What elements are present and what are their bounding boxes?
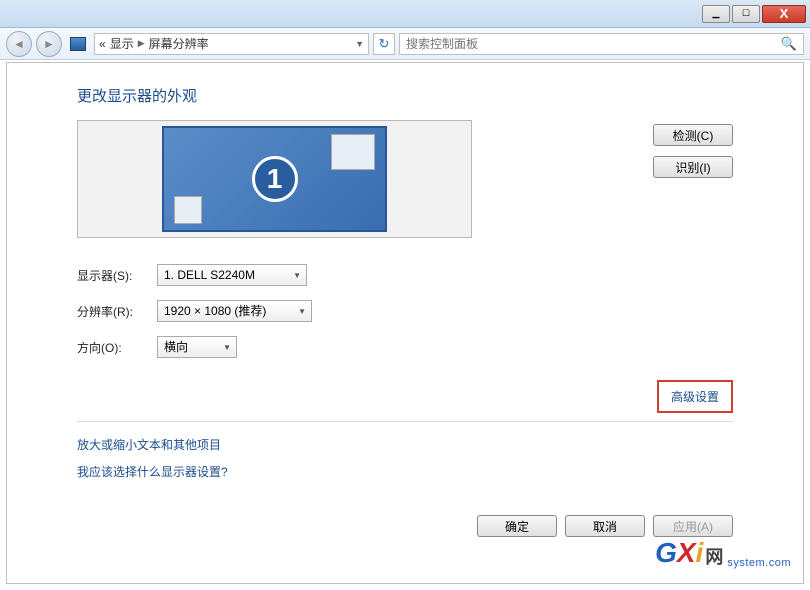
arrow-right-icon: ► [43, 37, 55, 51]
page-title: 更改显示器的外观 [77, 85, 733, 106]
advanced-highlight-box: 高级设置 [657, 380, 733, 413]
display-row: 显示器(S): 1. DELL S2240M [77, 264, 733, 286]
refresh-button[interactable]: ↻ [373, 33, 395, 55]
identify-button[interactable]: 识别(I) [653, 156, 733, 178]
resolution-label: 分辨率(R): [77, 303, 157, 320]
nav-forward-button[interactable]: ► [36, 31, 62, 57]
minimize-icon: ▁ [713, 8, 720, 19]
close-button[interactable]: X [762, 5, 806, 23]
arrow-left-icon: ◄ [13, 37, 25, 51]
resolution-select[interactable]: 1920 × 1080 (推荐) [157, 300, 312, 322]
monitor-preview-box[interactable]: 1 [77, 120, 472, 238]
navbar: ◄ ► « 显示 ▶ 屏幕分辨率 ▼ ↻ 🔍 [0, 28, 810, 60]
desktop-preview: 1 [162, 126, 387, 232]
control-panel-icon [70, 37, 86, 51]
content-area: 更改显示器的外观 1 检测(C) 识别(I) 显示器(S): 1. DELL S… [6, 62, 804, 584]
refresh-icon: ↻ [379, 36, 390, 52]
watermark-url: system.com [727, 557, 791, 569]
breadcrumb-prefix: « [99, 37, 106, 51]
orientation-select[interactable]: 横向 [157, 336, 237, 358]
breadcrumb-item-resolution[interactable]: 屏幕分辨率 [149, 35, 209, 52]
advanced-settings-link[interactable]: 高级设置 [671, 390, 719, 404]
orientation-label: 方向(O): [77, 339, 157, 356]
titlebar: ▁ ☐ X [0, 0, 810, 28]
maximize-button[interactable]: ☐ [732, 5, 760, 23]
close-icon: X [780, 6, 789, 21]
help-links: 放大或缩小文本和其他项目 我应该选择什么显示器设置? [77, 436, 733, 480]
dialog-buttons: 确定 取消 应用(A) [477, 515, 733, 537]
monitor-preview-row: 1 检测(C) 识别(I) [77, 120, 733, 238]
search-icon[interactable]: 🔍 [781, 36, 797, 52]
window: ▁ ☐ X ◄ ► « 显示 ▶ 屏幕分辨率 ▼ ↻ 🔍 更改显示器的外观 1 [0, 0, 810, 590]
resolution-row: 分辨率(R): 1920 × 1080 (推荐) [77, 300, 733, 322]
display-number-badge: 1 [252, 156, 298, 202]
cancel-button[interactable]: 取消 [565, 515, 645, 537]
chevron-right-icon: ▶ [138, 38, 145, 49]
watermark: GXi 网 system.com [655, 537, 791, 569]
breadcrumb-item-display[interactable]: 显示 [110, 35, 134, 52]
preview-window-icon [331, 134, 375, 170]
orientation-row: 方向(O): 横向 [77, 336, 733, 358]
search-box[interactable]: 🔍 [399, 33, 804, 55]
breadcrumb[interactable]: « 显示 ▶ 屏幕分辨率 ▼ [94, 33, 369, 55]
preview-buttons: 检测(C) 识别(I) [492, 120, 733, 238]
nav-back-button[interactable]: ◄ [6, 31, 32, 57]
chevron-down-icon[interactable]: ▼ [355, 39, 364, 49]
apply-button[interactable]: 应用(A) [653, 515, 733, 537]
maximize-icon: ☐ [742, 8, 750, 19]
display-label: 显示器(S): [77, 267, 157, 284]
watermark-text: 网 [705, 543, 723, 569]
detect-button[interactable]: 检测(C) [653, 124, 733, 146]
help-link[interactable]: 我应该选择什么显示器设置? [77, 463, 733, 480]
preview-window-icon [174, 196, 202, 224]
display-select[interactable]: 1. DELL S2240M [157, 264, 307, 286]
ok-button[interactable]: 确定 [477, 515, 557, 537]
advanced-row: 高级设置 [77, 380, 733, 413]
text-size-link[interactable]: 放大或缩小文本和其他项目 [77, 436, 733, 453]
search-input[interactable] [406, 37, 781, 51]
watermark-logo: GXi [655, 537, 703, 569]
minimize-button[interactable]: ▁ [702, 5, 730, 23]
divider [77, 421, 733, 422]
